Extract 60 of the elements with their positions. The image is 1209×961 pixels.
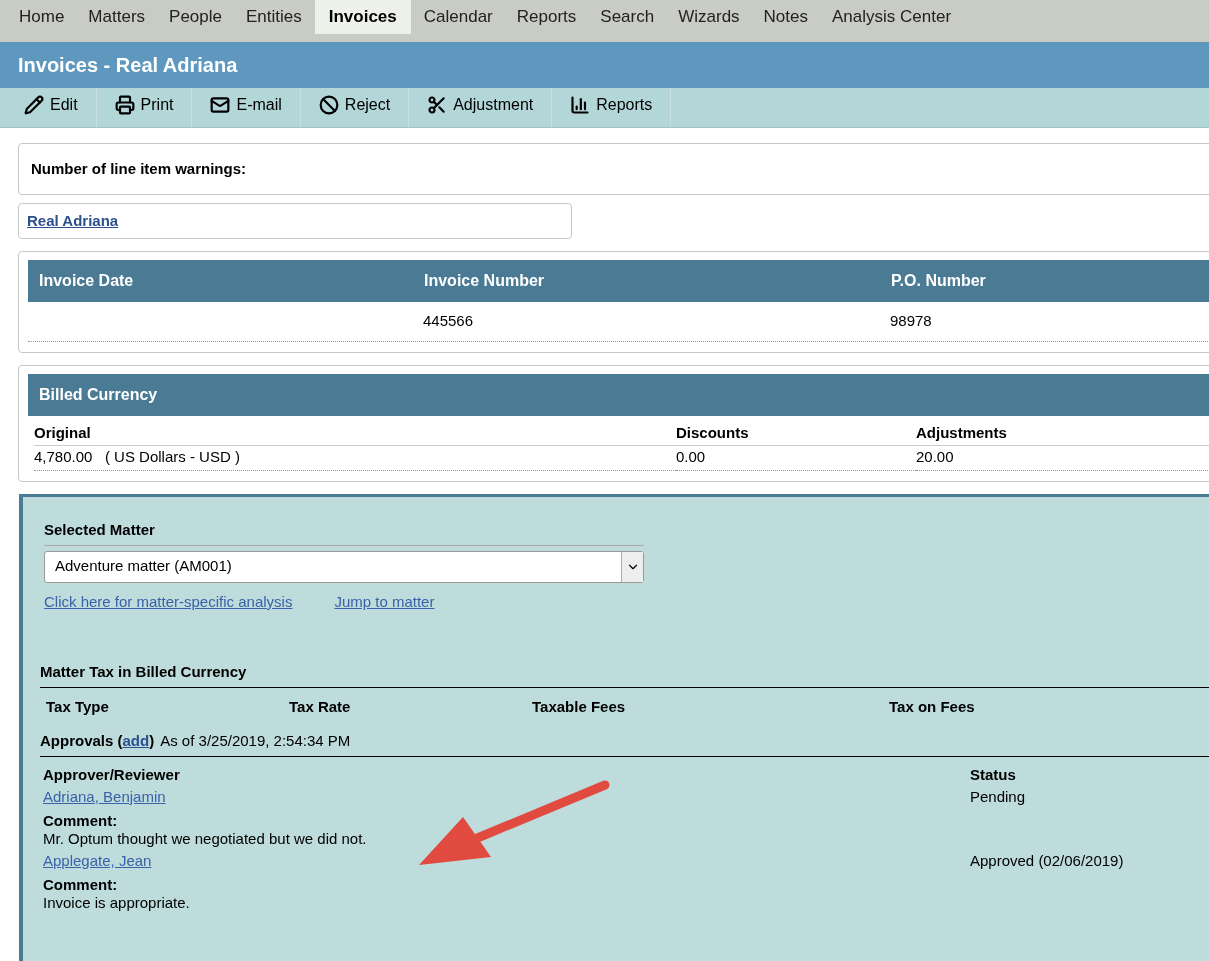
toolbar-button[interactable]: Print bbox=[96, 88, 193, 127]
nav-tab[interactable]: Analysis Center bbox=[821, 0, 963, 34]
nav-tab[interactable]: Calendar bbox=[412, 0, 504, 34]
envelope-icon bbox=[210, 94, 231, 115]
column-header: Tax Type bbox=[46, 698, 110, 716]
column-header: Invoice Date bbox=[38, 271, 134, 291]
toolbar-button[interactable]: Adjustment bbox=[409, 88, 553, 127]
vendor-link[interactable]: Real Adriana bbox=[27, 209, 119, 233]
column-header: Status bbox=[970, 766, 1017, 784]
column-header: P.O. Number bbox=[890, 271, 986, 291]
nav-tab[interactable]: People bbox=[158, 0, 233, 34]
comment-label: Comment: bbox=[43, 876, 119, 894]
table-cell: 4,780.00 ( US Dollars - USD ) bbox=[34, 445, 676, 471]
printer-icon bbox=[114, 94, 135, 115]
approver-link[interactable]: Adriana, Benjamin bbox=[43, 788, 166, 806]
nav-tab[interactable]: Reports bbox=[505, 0, 588, 34]
column-header: Original bbox=[34, 422, 676, 446]
status-text: Approved (02/06/2019) bbox=[970, 852, 1125, 870]
column-header: Discounts bbox=[676, 422, 916, 446]
matter-link[interactable]: Click here for matter-specific analysis bbox=[44, 590, 293, 613]
column-header: Invoice Number bbox=[423, 271, 545, 291]
column-header: Tax on Fees bbox=[889, 698, 976, 716]
nav-tab[interactable]: Invoices bbox=[314, 0, 411, 34]
table-cell-text: 445566 bbox=[422, 311, 474, 332]
nav-tab[interactable]: Home bbox=[8, 0, 76, 34]
as-of-text: As of 3/25/2019, 2:54:34 PM bbox=[160, 732, 351, 750]
matter-select[interactable]: Adventure matter (AM001) bbox=[44, 550, 644, 583]
toolbar-button[interactable]: Reject bbox=[300, 88, 410, 127]
page-title: Invoices - Real Adriana bbox=[18, 53, 238, 78]
comment-label: Comment: bbox=[43, 812, 119, 830]
nav-tab[interactable]: Entities bbox=[235, 0, 313, 34]
column-header: Adjustments bbox=[916, 422, 1209, 446]
toolbar-button[interactable]: E-mail bbox=[192, 88, 301, 127]
warnings-label: Number of line item warnings: bbox=[31, 158, 247, 179]
nav-tab[interactable]: Matters bbox=[77, 0, 157, 34]
table-cell: 0.00 bbox=[676, 445, 916, 471]
pencil-icon bbox=[24, 94, 44, 115]
comment-text: Mr. Optum thought we negotiated but we did not. bbox=[43, 830, 367, 848]
approvals-title: Approvals (add) bbox=[40, 732, 155, 750]
section-title: Matter Tax in Billed Currency bbox=[40, 663, 248, 682]
ban-icon bbox=[318, 94, 339, 115]
toolbar-button[interactable]: Reports bbox=[552, 88, 672, 127]
scissors-icon bbox=[427, 94, 448, 115]
column-header: Approver/Reviewer bbox=[43, 766, 181, 784]
toolbar-button[interactable]: Edit bbox=[6, 88, 97, 127]
nav-tab[interactable]: Search bbox=[589, 0, 666, 34]
section-title: Billed Currency bbox=[39, 385, 158, 405]
add-link[interactable]: add bbox=[122, 732, 150, 749]
column-header: Tax Rate bbox=[289, 698, 352, 716]
chart-icon bbox=[570, 94, 591, 115]
column-header: Taxable Fees bbox=[532, 698, 627, 716]
nav-tab[interactable]: Wizards bbox=[667, 0, 751, 34]
table-cell-text: 98978 bbox=[889, 311, 932, 332]
field-label: Selected Matter bbox=[44, 519, 644, 546]
table-cell: 20.00 bbox=[916, 445, 1209, 471]
status-text: Pending bbox=[970, 788, 1027, 806]
matter-link[interactable]: Jump to matter bbox=[334, 590, 435, 613]
comment-text: Invoice is appropriate. bbox=[43, 894, 190, 912]
nav-tab[interactable]: Notes bbox=[752, 0, 819, 34]
approver-link[interactable]: Applegate, Jean bbox=[43, 852, 152, 870]
